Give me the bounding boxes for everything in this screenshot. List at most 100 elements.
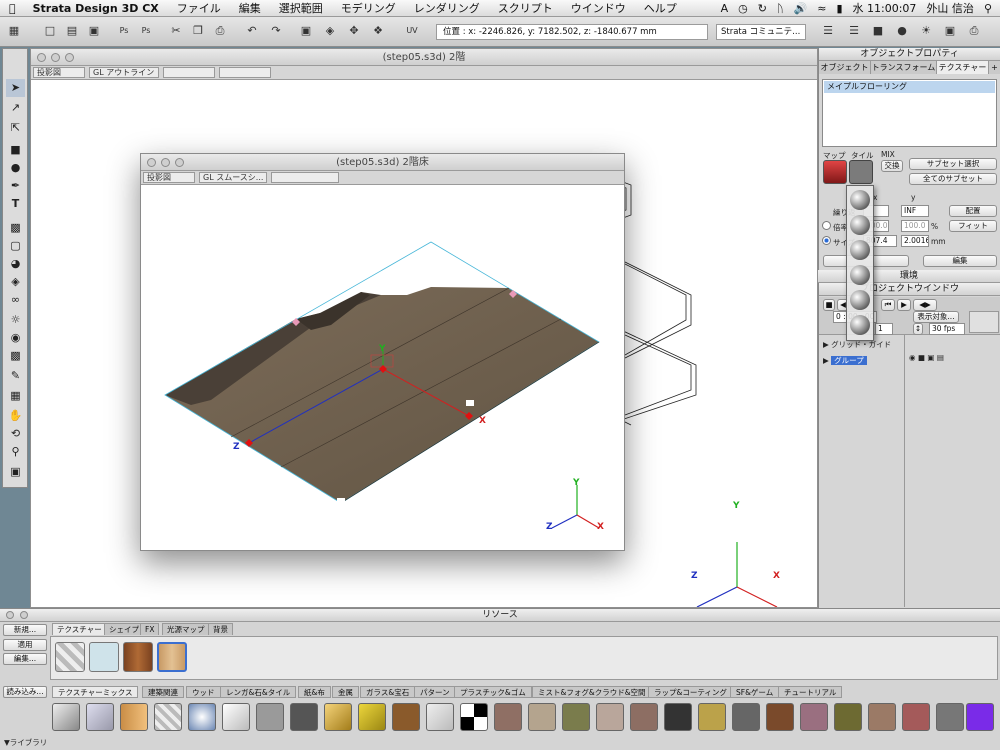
mirror-icon[interactable]: ◕ <box>6 255 25 273</box>
open-folder-icon[interactable]: ▤ <box>64 23 80 39</box>
subset-select-dropdown[interactable]: サブセット選択 <box>909 158 997 170</box>
link-icon[interactable]: ∞ <box>6 291 25 309</box>
record-button[interactable]: ■ <box>823 299 835 311</box>
menu-selection[interactable]: 選択範囲 <box>270 0 332 16</box>
floor-close-button[interactable] <box>147 158 156 167</box>
menu-rendering[interactable]: レンダリング <box>405 0 489 16</box>
resources-min-button[interactable] <box>20 611 28 619</box>
lib-tab-5[interactable]: 金属 <box>332 686 359 698</box>
lib-swatch-23[interactable] <box>800 703 828 731</box>
repeat-y-field[interactable]: INF <box>901 205 929 217</box>
align-left-icon[interactable]: ☰ <box>820 23 836 39</box>
load-library-button[interactable]: 読み込み... <box>3 686 47 698</box>
swatch-maple-flooring[interactable] <box>157 642 187 672</box>
zoom-button[interactable] <box>65 53 74 62</box>
lib-tab-4[interactable]: 紙&布 <box>298 686 331 698</box>
paint-icon[interactable]: ✎ <box>6 367 25 385</box>
lib-swatch-20[interactable] <box>698 703 726 731</box>
lib-swatch-1[interactable] <box>52 703 80 731</box>
frame-step-icon[interactable]: ↕ <box>913 323 923 335</box>
rotate-view-icon[interactable]: ⟲ <box>6 425 25 443</box>
render-mode-dropdown[interactable]: GL アウトライン <box>89 67 159 78</box>
menu-script[interactable]: スクリプト <box>489 0 562 16</box>
spotlight-icon[interactable]: ◉ <box>6 329 25 347</box>
menu-help[interactable]: ヘルプ <box>635 0 686 16</box>
visibility-icons[interactable]: ◉ ■ ▣ ▤ <box>909 353 944 362</box>
app-menu[interactable]: Strata Design 3D CX <box>25 2 168 15</box>
lib-swatch-4[interactable] <box>154 703 182 731</box>
keyframe-view[interactable] <box>969 311 999 333</box>
photoshop-export-icon[interactable]: Ps <box>138 23 154 39</box>
center-icon[interactable]: ◈ <box>322 23 338 39</box>
tab-texture[interactable]: テクスチャー <box>937 61 989 74</box>
swatch-stone[interactable] <box>55 642 85 672</box>
res-tab-shape[interactable]: シェイプ <box>104 623 144 635</box>
menu-modeling[interactable]: モデリング <box>332 0 405 16</box>
menu-edit[interactable]: 編集 <box>230 0 270 16</box>
floor-plane[interactable] <box>164 241 600 504</box>
menu-window[interactable]: ウインドウ <box>562 0 635 16</box>
tile-button[interactable] <box>849 160 873 184</box>
ratio-radio[interactable] <box>822 221 831 230</box>
lib-swatch-8[interactable] <box>290 703 318 731</box>
zoom-icon[interactable]: ⚲ <box>6 443 25 461</box>
community-dropdown[interactable]: Strata コミュニテ... <box>716 24 806 40</box>
render-icon[interactable]: ▣ <box>942 23 958 39</box>
photoshop-import-icon[interactable]: Ps <box>116 23 132 39</box>
uv-icon[interactable]: UV <box>404 23 420 39</box>
grid-toggle-icon[interactable]: ▦ <box>6 23 22 39</box>
lib-swatch-13[interactable] <box>460 703 488 731</box>
lib-swatch-12[interactable] <box>426 703 454 731</box>
align-center-icon[interactable]: ☰ <box>846 23 862 39</box>
hand-pan-icon[interactable]: ✋ <box>6 407 25 425</box>
timemachine-icon[interactable]: ◷ <box>738 2 748 15</box>
lib-tab-9[interactable]: ミスト&フォグ&クラウド&空間 <box>532 686 652 698</box>
lib-swatch-2[interactable] <box>86 703 114 731</box>
view-dropdown[interactable] <box>219 67 271 78</box>
move-view-icon[interactable]: ✥ <box>346 23 362 39</box>
resources-close-button[interactable] <box>6 611 14 619</box>
lib-tab-7[interactable]: パターン <box>414 686 456 698</box>
render-region-icon[interactable]: ▣ <box>6 463 25 481</box>
object-properties-titlebar[interactable]: オブジェクトプロパティ <box>819 48 1000 61</box>
texture-list[interactable]: メイプルフローリング <box>822 79 997 147</box>
prev-key-button[interactable]: ⏮ <box>881 299 895 311</box>
floor-camera-dropdown[interactable] <box>271 172 339 183</box>
undo-icon[interactable]: ↶ <box>244 23 260 39</box>
fps-field[interactable]: 30 fps <box>929 323 965 335</box>
swatch-dark-wood[interactable] <box>123 642 153 672</box>
print-icon[interactable]: ⎙ <box>966 23 982 39</box>
size-y-field[interactable]: 2.0016 <box>901 235 929 247</box>
lib-tab-8[interactable]: プラスチック&ゴム <box>454 686 532 698</box>
tile-mode-1-icon[interactable] <box>850 190 870 210</box>
copy-icon[interactable]: ❐ <box>190 23 206 39</box>
show-objects-button[interactable]: 表示対象... <box>913 311 959 323</box>
menu-file[interactable]: ファイル <box>168 0 230 16</box>
floor-window-titlebar[interactable]: (step05.s3d) 2階床 <box>141 154 624 171</box>
lib-swatch-14[interactable] <box>494 703 522 731</box>
floor-zoom-button[interactable] <box>175 158 184 167</box>
edit-resource-button[interactable]: 編集... <box>3 653 47 665</box>
apply-resource-button[interactable]: 適用 <box>3 639 47 651</box>
redo-icon[interactable]: ↷ <box>268 23 284 39</box>
cube-icon[interactable]: ■ <box>870 23 886 39</box>
lib-tab-6[interactable]: ガラス&宝石 <box>360 686 416 698</box>
lib-swatch-15[interactable] <box>528 703 556 731</box>
tile-mode-5-icon[interactable] <box>850 290 870 310</box>
tile-mode-6-icon[interactable] <box>850 315 870 335</box>
lib-tab-11[interactable]: SF&ゲーム <box>730 686 780 698</box>
lib-swatch-21[interactable] <box>732 703 760 731</box>
mesh-grid-icon[interactable]: ▦ <box>6 387 25 405</box>
resources-titlebar[interactable]: リソース <box>0 609 1000 622</box>
lib-swatch-3[interactable] <box>120 703 148 731</box>
bluetooth-icon[interactable]: ᚢ <box>777 2 784 15</box>
sphere-primitive-icon[interactable]: ● <box>6 159 25 177</box>
lib-swatch-9[interactable] <box>324 703 352 731</box>
lib-tab-12[interactable]: チュートリアル <box>778 686 843 698</box>
lib-swatch-28[interactable] <box>966 703 994 731</box>
panel-menu-icon[interactable]: + <box>989 61 1000 74</box>
minimize-button[interactable] <box>51 53 60 62</box>
res-tab-background[interactable]: 背景 <box>208 623 233 635</box>
lib-swatch-25[interactable] <box>868 703 896 731</box>
frame-icon[interactable]: ▣ <box>298 23 314 39</box>
